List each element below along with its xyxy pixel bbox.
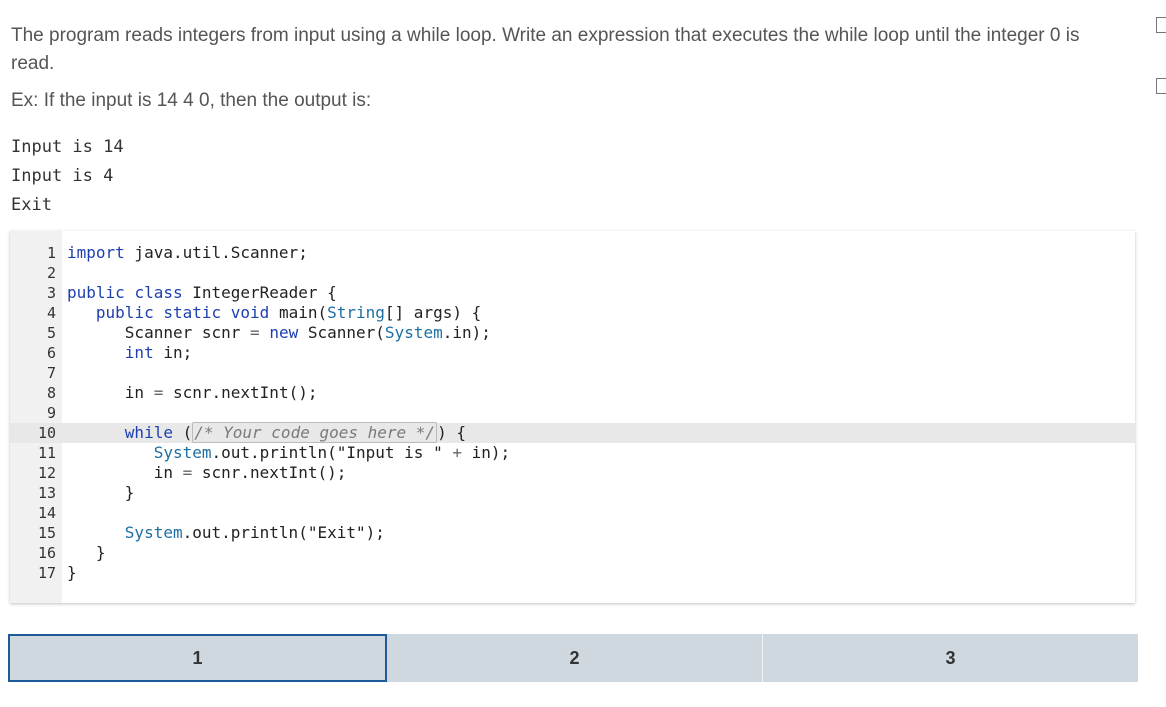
code-line[interactable]: 2: [10, 263, 1135, 283]
code-text[interactable]: int in;: [67, 343, 192, 363]
code-line[interactable]: 6 int in;: [10, 343, 1135, 363]
code-line[interactable]: 8 in = scnr.nextInt();: [10, 383, 1135, 403]
code-line[interactable]: 13 }: [10, 483, 1135, 503]
code-line[interactable]: 4 public static void main(String[] args)…: [10, 303, 1135, 323]
code-line[interactable]: 10 while (/* Your code goes here */) {: [10, 422, 1135, 443]
line-number: 7: [46, 364, 56, 382]
line-number: 9: [46, 404, 56, 422]
line-number: 4: [46, 304, 56, 322]
code-line[interactable]: 1 import java.util.Scanner;: [10, 243, 1135, 263]
code-text[interactable]: import java.util.Scanner;: [67, 243, 308, 263]
code-line[interactable]: 14: [10, 503, 1135, 523]
code-line[interactable]: 11 System.out.println("Input is " + in);: [10, 443, 1135, 463]
code-line[interactable]: 9: [10, 403, 1135, 423]
side-panel-box-icon[interactable]: [1156, 78, 1166, 94]
code-text[interactable]: public static void main(String[] args) {: [67, 303, 481, 323]
code-editor[interactable]: 1 import java.util.Scanner; 2 3 public class…: [10, 231, 1135, 603]
code-line[interactable]: 17}: [10, 563, 1135, 583]
code-text[interactable]: while (/* Your code goes here */) {: [67, 422, 466, 443]
line-number: 17: [37, 564, 56, 582]
code-text[interactable]: }: [67, 563, 77, 583]
tab-level-3[interactable]: 3: [763, 634, 1138, 682]
line-number: 3: [46, 284, 56, 302]
line-number: 6: [46, 344, 56, 362]
line-number: 2: [46, 264, 56, 282]
line-number: 5: [46, 324, 56, 342]
code-text[interactable]: Scanner scnr = new Scanner(System.in);: [67, 323, 491, 343]
tab-level-1[interactable]: 1: [8, 634, 387, 682]
code-edit-region[interactable]: /* Your code goes here */: [192, 422, 438, 443]
code-lines[interactable]: 1 import java.util.Scanner; 2 3 public class…: [10, 243, 1135, 583]
line-number: 12: [37, 464, 56, 482]
code-text[interactable]: in = scnr.nextInt();: [67, 383, 318, 403]
line-number: 16: [37, 544, 56, 562]
expected-output: Input is 14 Input is 4 Exit: [11, 133, 124, 220]
code-line[interactable]: 16 }: [10, 543, 1135, 563]
code-line[interactable]: 5 Scanner scnr = new Scanner(System.in);: [10, 323, 1135, 343]
line-number: 13: [37, 484, 56, 502]
code-text[interactable]: System.out.println("Exit");: [67, 523, 385, 543]
code-text[interactable]: System.out.println("Input is " + in);: [67, 443, 510, 463]
code-text[interactable]: in = scnr.nextInt();: [67, 463, 347, 483]
code-line[interactable]: 7: [10, 363, 1135, 383]
tab-level-2[interactable]: 2: [387, 634, 763, 682]
code-line[interactable]: 3 public class IntegerReader {: [10, 283, 1135, 303]
example-description: Ex: If the input is 14 4 0, then the out…: [11, 90, 372, 111]
code-line[interactable]: 15 System.out.println("Exit");: [10, 523, 1135, 543]
line-number: 11: [37, 444, 56, 462]
output-line: Input is 14: [11, 137, 124, 157]
line-number: 10: [10, 423, 56, 443]
output-line: Exit: [11, 195, 52, 215]
side-panel-box-icon[interactable]: [1156, 17, 1166, 33]
code-text[interactable]: public class IntegerReader {: [67, 283, 337, 303]
instructions-text: The program reads integers from input us…: [11, 25, 1080, 74]
code-line[interactable]: 12 in = scnr.nextInt();: [10, 463, 1135, 483]
line-number: 1: [46, 244, 56, 262]
instructions: The program reads integers from input us…: [11, 22, 1121, 78]
line-number: 8: [46, 384, 56, 402]
code-text[interactable]: }: [67, 483, 135, 503]
line-number: 15: [37, 524, 56, 542]
code-text[interactable]: }: [67, 543, 106, 563]
output-line: Input is 4: [11, 166, 114, 186]
challenge-page: The program reads integers from input us…: [0, 0, 1166, 707]
level-tabs: 1 2 3: [8, 634, 1138, 682]
line-number: 14: [37, 504, 56, 522]
